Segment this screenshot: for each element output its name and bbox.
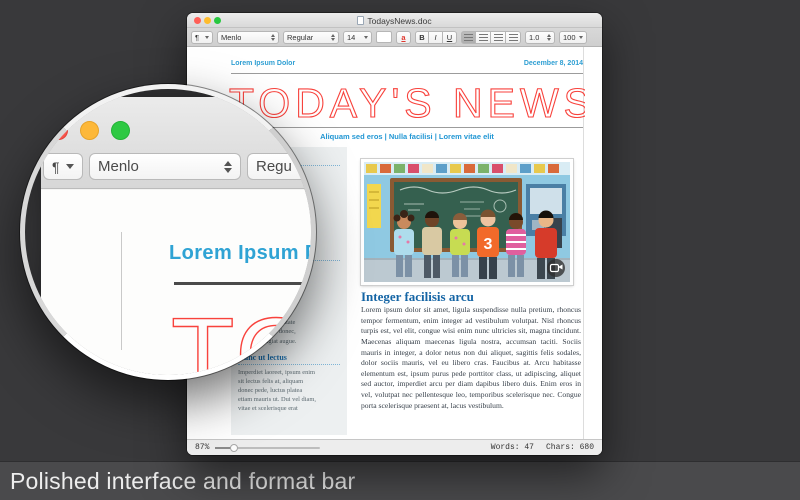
minimize-button: [80, 121, 99, 140]
align-center-icon: [479, 34, 488, 41]
magnified-window-corner: ¶ Menlo Regu Lorem Ipsum Dolo TOD: [41, 97, 316, 380]
chevron-down-icon: [364, 36, 368, 39]
document-icon: [357, 16, 364, 25]
align-left-segment[interactable]: [461, 31, 476, 44]
font-family-value: Menlo: [98, 158, 139, 175]
caption-bar: Polished interface and format bar: [0, 461, 800, 500]
align-center-segment[interactable]: [476, 31, 491, 44]
alignment-segmented-control: [461, 31, 521, 44]
italic-button[interactable]: I: [429, 31, 443, 44]
magnified-rule: [174, 282, 316, 285]
classroom-photo: 3: [361, 159, 573, 285]
format-bar: ¶ Menlo Regular 14 a B I U: [187, 28, 602, 47]
magnified-chrome: ¶ Menlo Regu: [41, 97, 316, 189]
font-family-value: Menlo: [221, 33, 241, 42]
stepper-chevrons-icon: [331, 34, 335, 41]
zoom-button: [111, 121, 130, 140]
svg-text:3: 3: [484, 236, 493, 253]
underline-label: U: [447, 33, 452, 42]
font-size-value: 14: [347, 33, 355, 42]
zoom-slider-knob[interactable]: [230, 444, 238, 452]
sidebar-line: sit lectus felis at, aliquam: [238, 378, 303, 385]
align-justify-segment[interactable]: [506, 31, 521, 44]
media-badge-icon: [547, 259, 565, 277]
window-title-group: TodaysNews.doc: [187, 13, 602, 28]
zoom-slider[interactable]: [215, 447, 320, 449]
magnifier-loupe: ¶ Menlo Regu Lorem Ipsum Dolo TOD: [20, 84, 316, 380]
bold-italic-underline-group: B I U: [415, 31, 457, 44]
font-style-value: Regular: [287, 33, 313, 42]
align-right-icon: [494, 34, 503, 41]
underline-button[interactable]: U: [443, 31, 457, 44]
article-heading: Integer facilisis arcu: [361, 289, 474, 305]
sidebar-line: etiam mauris ut. Dui vel diam,: [238, 396, 316, 403]
masthead-rule: [231, 73, 583, 74]
bold-label: B: [419, 33, 424, 42]
window-title: TodaysNews.doc: [367, 16, 431, 26]
sidebar-line: vitae et scelerisque erat: [238, 405, 298, 412]
chevron-down-icon: [205, 36, 209, 39]
word-count: Words: 47: [491, 443, 534, 452]
page-gutter: [583, 47, 602, 439]
paragraph-style-dropdown: ¶: [43, 153, 83, 180]
font-style-popup[interactable]: Regular: [283, 31, 339, 44]
margin-guide-line: [121, 232, 122, 350]
stepper-chevrons-icon: [224, 161, 232, 173]
title-bar: TodaysNews.doc: [187, 13, 602, 28]
font-style-popup: Regu: [247, 153, 316, 180]
font-family-popup: Menlo: [89, 153, 241, 180]
align-left-icon: [464, 34, 473, 41]
caption-text: Polished interface and format bar: [0, 468, 355, 495]
stepper-chevrons-icon: [547, 34, 551, 41]
magnified-document: Lorem Ipsum Dolo TOD: [41, 190, 316, 380]
masthead-date: December 8, 2014: [524, 60, 583, 67]
font-size-combo[interactable]: 14: [343, 31, 372, 44]
close-button: [49, 121, 68, 140]
line-spacing-stepper[interactable]: 1.0: [525, 31, 555, 44]
line-spacing-value: 1.0: [529, 33, 539, 42]
font-family-popup[interactable]: Menlo: [217, 31, 279, 44]
font-color-button[interactable]: a: [396, 31, 411, 44]
align-right-segment[interactable]: [491, 31, 506, 44]
paragraph-mark-icon: ¶: [52, 159, 60, 175]
chevron-down-icon: [66, 164, 74, 169]
char-count: Chars: 680: [546, 443, 594, 452]
text-color-well[interactable]: [376, 31, 392, 43]
document-counts: Words: 47 Chars: 680: [491, 443, 594, 452]
article-column: 3: [361, 147, 583, 435]
masthead: Lorem Ipsum Dolor December 8, 2014: [231, 60, 583, 67]
italic-label: I: [434, 33, 436, 42]
scale-value: 100: [563, 33, 576, 42]
screenshot-stage: TodaysNews.doc ¶ Menlo Regular 14 a: [0, 0, 800, 500]
masthead-publisher: Lorem Ipsum Dolor: [231, 60, 295, 67]
paragraph-mark-icon: ¶: [195, 33, 199, 42]
scale-dropdown[interactable]: 100: [559, 31, 587, 44]
stepper-chevrons-icon: [271, 34, 275, 41]
sidebar-line: donec pede, luctus platea: [238, 387, 302, 394]
magnified-headline-text: TOD: [171, 298, 316, 380]
align-justify-icon: [509, 34, 518, 41]
bold-button[interactable]: B: [415, 31, 429, 44]
zoom-percent: 87%: [195, 443, 209, 452]
magnified-publisher-text: Lorem Ipsum Dolo: [169, 242, 316, 265]
status-bar: 87% Words: 47 Chars: 680: [187, 439, 602, 455]
magnified-headline: TOD: [171, 298, 316, 380]
font-style-value: Regu: [256, 158, 292, 175]
chevron-down-icon: [579, 36, 583, 39]
paragraph-style-dropdown[interactable]: ¶: [191, 31, 213, 44]
classroom-photo-art: 3: [364, 162, 570, 282]
article-body: Lorem ipsum dolor sit amet, ligula suspe…: [361, 305, 581, 411]
